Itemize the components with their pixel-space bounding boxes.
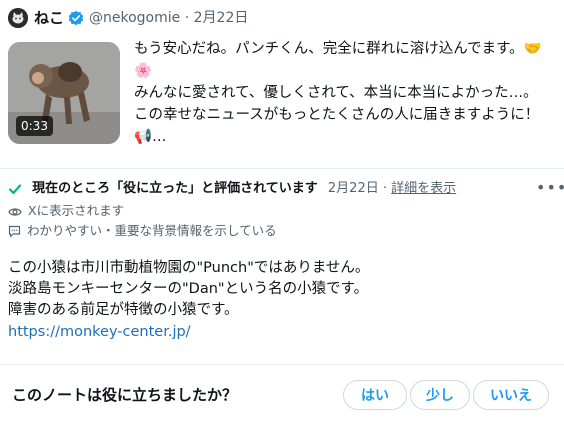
- author-display-name[interactable]: ねこ: [34, 8, 64, 28]
- avatar[interactable]: [8, 8, 28, 28]
- post-meta: @nekogomie · 2月22日: [89, 8, 248, 28]
- visibility-row: Xに表示されます: [8, 202, 124, 220]
- note-date: 2月22日: [327, 181, 379, 196]
- reason-row: わかりやすい・重要な背景情報を示している: [8, 222, 277, 240]
- note-body: この小猿は市川市動植物園の"Punch"ではありません。 淡路島モンキーセンター…: [8, 258, 548, 321]
- rate-somewhat-button[interactable]: 少し: [410, 380, 470, 410]
- eye-icon: [8, 207, 22, 216]
- note-separator: ·: [382, 181, 388, 196]
- comment-icon: [8, 225, 21, 238]
- rating-question: このノートは役に立ちましたか？: [12, 386, 238, 404]
- note-body-line: 淡路島モンキーセンターの"Dan"という名の小猿です。: [8, 281, 369, 297]
- divider: [0, 168, 564, 169]
- note-source-link[interactable]: https://monkey-center.jp/: [8, 322, 191, 343]
- note-body-line: 障害のある前足が特徴の小猿です。: [8, 302, 239, 318]
- rate-yes-button[interactable]: はい: [343, 380, 407, 410]
- verified-badge-icon: [68, 10, 84, 26]
- rate-no-button[interactable]: いいえ: [473, 380, 549, 410]
- author-handle[interactable]: @nekogomie: [89, 10, 180, 26]
- meta-separator: ·: [184, 10, 190, 26]
- video-duration-badge: 0:33: [16, 116, 53, 136]
- note-status-label: 現在のところ「役に立った」と評価されています: [32, 181, 318, 196]
- cat-avatar-icon: [8, 8, 28, 28]
- show-details-link[interactable]: 詳細を表示: [391, 181, 456, 196]
- note-reason-text: わかりやすい・重要な背景情報を示している: [27, 223, 277, 238]
- helpful-check-icon: [8, 183, 22, 194]
- divider: [0, 364, 564, 365]
- note-status-row: 現在のところ「役に立った」と評価されています 2月22日 · 詳細を表示: [8, 180, 538, 198]
- note-body-line: この小猿は市川市動植物園の"Punch"ではありません。: [8, 260, 370, 276]
- more-options-icon[interactable]: •••: [536, 180, 564, 196]
- post-date[interactable]: 2月22日: [194, 10, 249, 26]
- post-text: もう安心だね。パンチくん、完全に群れに溶け込んでます。🤝🌸 みんなに愛されて、優…: [134, 41, 542, 145]
- shown-on-x-text: Xに表示されます: [28, 203, 125, 218]
